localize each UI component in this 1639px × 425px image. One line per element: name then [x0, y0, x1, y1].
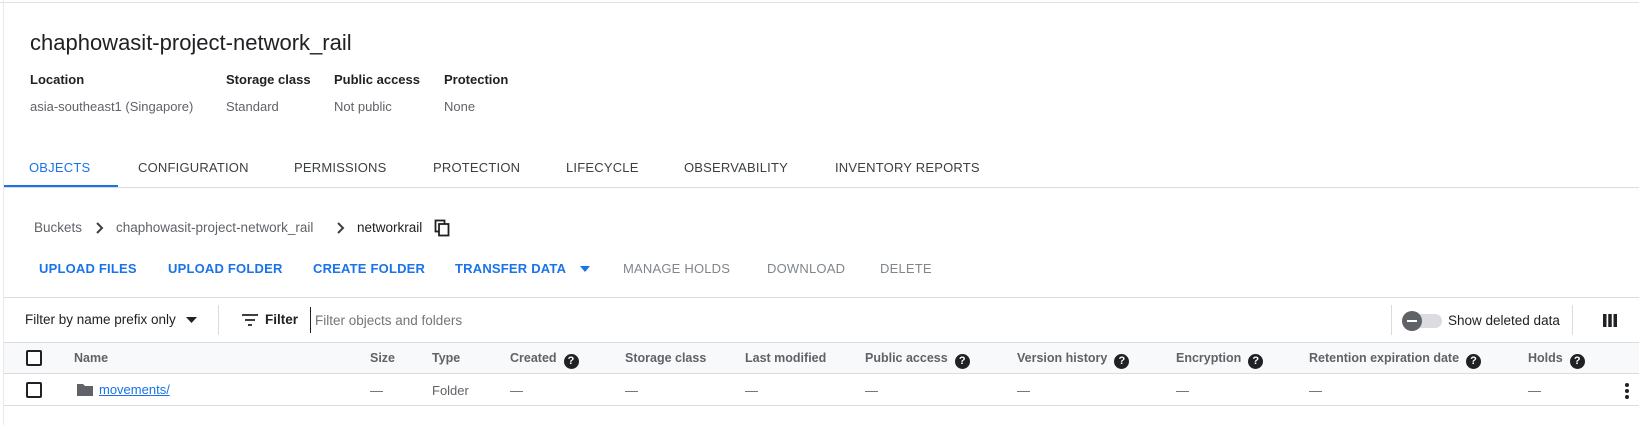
column-display-icon[interactable] — [1603, 314, 1617, 327]
filter-mode-select[interactable]: Filter by name prefix only — [25, 312, 197, 327]
column-header-label: Version history — [1017, 351, 1108, 365]
show-deleted-toggle[interactable] — [1402, 310, 1442, 331]
divider — [1572, 305, 1573, 335]
column-header-last-modified[interactable]: Last modified — [745, 351, 826, 365]
column-header-label: Holds — [1528, 351, 1563, 365]
toggle-knob — [1402, 311, 1422, 331]
meta-value: Standard — [226, 99, 279, 114]
delete-button[interactable]: DELETE — [880, 261, 932, 276]
help-icon[interactable]: ? — [954, 354, 970, 369]
column-header-label: Retention expiration date — [1309, 351, 1460, 365]
upload-files-button[interactable]: UPLOAD FILES — [39, 261, 137, 276]
meta-label: Protection — [444, 72, 509, 87]
tab-configuration[interactable]: CONFIGURATION — [138, 160, 249, 175]
column-header-retention-expiration-date[interactable]: Retention expiration date? — [1309, 351, 1482, 369]
tab-protection[interactable]: PROTECTION — [433, 160, 520, 175]
column-header-type[interactable]: Type — [432, 351, 460, 365]
meta-public-access: Public access Not public — [334, 72, 420, 114]
filter-mode-label: Filter by name prefix only — [25, 312, 176, 327]
column-header-label: Public access — [865, 351, 948, 365]
row-checkbox[interactable] — [26, 382, 42, 398]
column-header-storage-class[interactable]: Storage class — [625, 351, 706, 365]
column-header-encryption[interactable]: Encryption? — [1176, 351, 1264, 369]
meta-label: Storage class — [226, 72, 311, 87]
object-name-link[interactable]: movements/ — [99, 382, 170, 397]
help-icon[interactable]: ? — [1248, 354, 1264, 369]
chevron-right-icon — [337, 222, 345, 234]
folder-icon — [77, 384, 93, 396]
download-button[interactable]: DOWNLOAD — [767, 261, 845, 276]
top-border — [0, 2, 1639, 3]
cell-retention-expiration-date: — — [1309, 383, 1322, 398]
cell-size: — — [370, 383, 383, 398]
cell-storage-class: — — [625, 383, 638, 398]
breadcrumb-buckets[interactable]: Buckets — [34, 220, 82, 235]
column-header-public-access[interactable]: Public access? — [865, 351, 970, 369]
cell-last-modified: — — [745, 383, 758, 398]
active-tab-indicator — [4, 185, 118, 187]
breadcrumb-bucket[interactable]: chaphowasit-project-network_rail — [116, 220, 313, 235]
tab-permissions[interactable]: PERMISSIONS — [294, 160, 387, 175]
cell-public-access: — — [865, 383, 878, 398]
column-header-label: Encryption — [1176, 351, 1242, 365]
meta-protection: Protection None — [444, 72, 508, 114]
cell-created: — — [510, 383, 523, 398]
help-icon[interactable]: ? — [1569, 354, 1585, 369]
transfer-data-button[interactable]: TRANSFER DATA — [455, 261, 590, 276]
bucket-title: chaphowasit-project-network_rail — [30, 30, 352, 55]
meta-storage-class: Storage class Standard — [226, 72, 311, 114]
column-header-name[interactable]: Name — [74, 351, 108, 365]
manage-holds-button[interactable]: MANAGE HOLDS — [623, 261, 730, 276]
cell-encryption: — — [1176, 383, 1189, 398]
meta-location: Location asia-southeast1 (Singapore) — [30, 72, 193, 114]
cell-type: Folder — [432, 383, 469, 398]
column-header-size[interactable]: Size — [370, 351, 395, 365]
chevron-right-icon — [96, 222, 104, 234]
tab-objects[interactable]: OBJECTS — [29, 160, 90, 175]
help-icon[interactable]: ? — [1114, 354, 1130, 369]
column-header-holds[interactable]: Holds? — [1528, 351, 1585, 369]
tab-inventory-reports[interactable]: INVENTORY REPORTS — [835, 160, 980, 175]
show-deleted-label: Show deleted data — [1448, 313, 1560, 328]
meta-value: asia-southeast1 (Singapore) — [30, 99, 194, 114]
meta-value: Not public — [334, 99, 392, 114]
tab-bar: OBJECTS CONFIGURATION PERMISSIONS PROTEC… — [4, 146, 1639, 188]
column-header-created[interactable]: Created? — [510, 351, 579, 369]
table-row: movements/ — Folder — — — — — — — — — [4, 374, 1639, 406]
divider — [218, 305, 219, 335]
filter-input[interactable] — [310, 307, 1310, 333]
filter-bar: Filter by name prefix only Filter Show d… — [4, 297, 1639, 343]
filter-icon — [242, 314, 258, 326]
transfer-data-label: TRANSFER DATA — [455, 261, 566, 276]
table-header: Name Size Type Created? Storage class La… — [4, 342, 1639, 374]
meta-label: Public access — [334, 72, 420, 87]
caret-down-icon — [185, 317, 197, 323]
filter-label: Filter — [265, 312, 299, 327]
select-all-checkbox[interactable] — [26, 350, 42, 366]
cell-version-history: — — [1017, 383, 1030, 398]
create-folder-button[interactable]: CREATE FOLDER — [313, 261, 425, 276]
copy-icon[interactable] — [434, 219, 450, 237]
meta-value: None — [444, 99, 476, 114]
column-header-version-history[interactable]: Version history? — [1017, 351, 1130, 369]
meta-label: Location — [30, 72, 85, 87]
upload-folder-button[interactable]: UPLOAD FOLDER — [168, 261, 283, 276]
help-icon[interactable]: ? — [563, 354, 579, 369]
help-icon[interactable]: ? — [1466, 354, 1482, 369]
tab-lifecycle[interactable]: LIFECYCLE — [566, 160, 639, 175]
more-vert-icon[interactable] — [1624, 382, 1630, 400]
caret-down-icon — [579, 266, 590, 272]
tab-observability[interactable]: OBSERVABILITY — [684, 160, 788, 175]
divider — [1391, 305, 1392, 335]
breadcrumb-current-folder: networkrail — [357, 220, 423, 235]
cell-holds: — — [1528, 383, 1541, 398]
column-header-label: Created — [510, 351, 557, 365]
